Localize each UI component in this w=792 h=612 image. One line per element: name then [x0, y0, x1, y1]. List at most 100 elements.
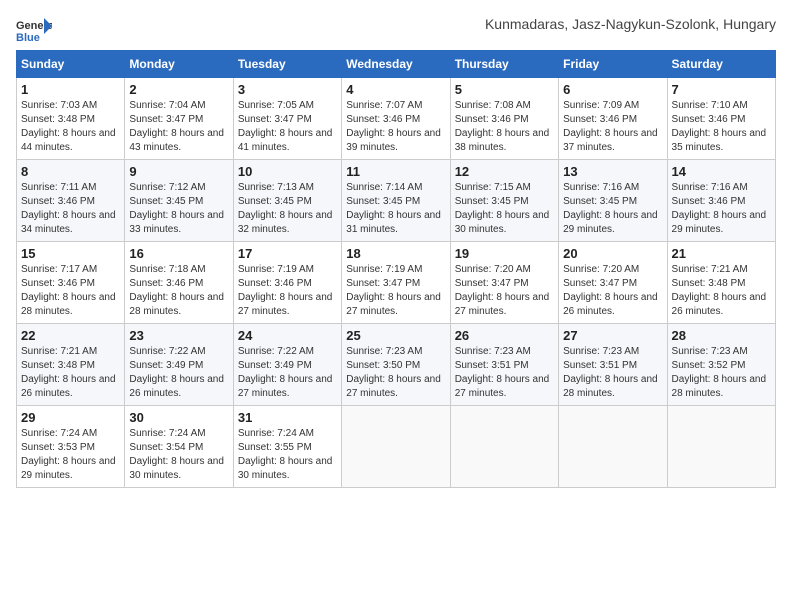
day-number: 6: [563, 82, 662, 97]
calendar-cell: [342, 406, 450, 488]
day-info: Sunrise: 7:22 AM Sunset: 3:49 PM Dayligh…: [129, 345, 228, 401]
calendar-cell: 1 Sunrise: 7:03 AM Sunset: 3:48 PM Daylig…: [17, 78, 125, 160]
svg-text:Blue: Blue: [16, 32, 40, 44]
calendar-cell: 26Sunrise: 7:23 AM Sunset: 3:51 PM Dayli…: [450, 324, 558, 406]
day-number: 4: [346, 82, 445, 97]
day-number: 8: [21, 164, 120, 179]
day-info: Sunrise: 7:08 AM Sunset: 3:46 PM Dayligh…: [455, 99, 554, 155]
day-number: 11: [346, 164, 445, 179]
day-number: 12: [455, 164, 554, 179]
calendar-cell: 5 Sunrise: 7:08 AM Sunset: 3:46 PM Daylig…: [450, 78, 558, 160]
day-info: Sunrise: 7:24 AM Sunset: 3:55 PM Dayligh…: [238, 427, 337, 483]
calendar-cell: [450, 406, 558, 488]
calendar-row: 1 Sunrise: 7:03 AM Sunset: 3:48 PM Daylig…: [17, 78, 776, 160]
logo: General Blue: [16, 16, 52, 46]
calendar-row: 15 Sunrise: 7:17 AM Sunset: 3:46 PM Dayli…: [17, 242, 776, 324]
day-info: Sunrise: 7:24 AM Sunset: 3:54 PM Dayligh…: [129, 427, 228, 483]
day-number: 9: [129, 164, 228, 179]
calendar-cell: 21 Sunrise: 7:21 AM Sunset: 3:48 PM Dayli…: [667, 242, 775, 324]
weekday-header-friday: Friday: [559, 51, 667, 78]
day-number: 21: [672, 246, 771, 261]
day-info: Sunrise: 7:09 AM Sunset: 3:46 PM Dayligh…: [563, 99, 662, 155]
day-info: Sunrise: 7:18 AM Sunset: 3:46 PM Dayligh…: [129, 263, 228, 319]
calendar-cell: 3 Sunrise: 7:05 AM Sunset: 3:47 PM Daylig…: [233, 78, 341, 160]
day-info: Sunrise: 7:07 AM Sunset: 3:46 PM Dayligh…: [346, 99, 445, 155]
day-info: Sunrise: 7:15 AM Sunset: 3:45 PM Dayligh…: [455, 181, 554, 237]
day-info: Sunrise: 7:23 AM Sunset: 3:50 PM Dayligh…: [346, 345, 445, 401]
day-number: 16: [129, 246, 228, 261]
calendar-cell: 7 Sunrise: 7:10 AM Sunset: 3:46 PM Daylig…: [667, 78, 775, 160]
calendar-cell: [667, 406, 775, 488]
page-header: General Blue Kunmadaras, Jasz-Nagykun-Sz…: [16, 16, 776, 46]
calendar-row: 22 Sunrise: 7:21 AM Sunset: 3:48 PM Dayli…: [17, 324, 776, 406]
day-info: Sunrise: 7:21 AM Sunset: 3:48 PM Dayligh…: [21, 345, 120, 401]
day-info: Sunrise: 7:20 AM Sunset: 3:47 PM Dayligh…: [563, 263, 662, 319]
day-info: Sunrise: 7:03 AM Sunset: 3:48 PM Dayligh…: [21, 99, 120, 155]
day-info: Sunrise: 7:23 AM Sunset: 3:51 PM Dayligh…: [563, 345, 662, 401]
calendar-cell: 8 Sunrise: 7:11 AM Sunset: 3:46 PM Daylig…: [17, 160, 125, 242]
calendar-cell: 31 Sunrise: 7:24 AM Sunset: 3:55 PM Dayli…: [233, 406, 341, 488]
title-area: Kunmadaras, Jasz-Nagykun-Szolonk, Hungar…: [485, 16, 776, 32]
calendar-row: 29 Sunrise: 7:24 AM Sunset: 3:53 PM Dayli…: [17, 406, 776, 488]
day-info: Sunrise: 7:19 AM Sunset: 3:46 PM Dayligh…: [238, 263, 337, 319]
calendar-cell: 10Sunrise: 7:13 AM Sunset: 3:45 PM Dayli…: [233, 160, 341, 242]
day-number: 5: [455, 82, 554, 97]
calendar-cell: 17 Sunrise: 7:19 AM Sunset: 3:46 PM Dayli…: [233, 242, 341, 324]
weekday-header-tuesday: Tuesday: [233, 51, 341, 78]
calendar-cell: 25 Sunrise: 7:23 AM Sunset: 3:50 PM Dayli…: [342, 324, 450, 406]
calendar-cell: 29 Sunrise: 7:24 AM Sunset: 3:53 PM Dayli…: [17, 406, 125, 488]
day-info: Sunrise: 7:04 AM Sunset: 3:47 PM Dayligh…: [129, 99, 228, 155]
day-info: Sunrise: 7:19 AM Sunset: 3:47 PM Dayligh…: [346, 263, 445, 319]
calendar-cell: 20 Sunrise: 7:20 AM Sunset: 3:47 PM Dayli…: [559, 242, 667, 324]
day-number: 13: [563, 164, 662, 179]
day-number: 17: [238, 246, 337, 261]
calendar-cell: 30 Sunrise: 7:24 AM Sunset: 3:54 PM Dayli…: [125, 406, 233, 488]
weekday-header-sunday: Sunday: [17, 51, 125, 78]
day-number: 29: [21, 410, 120, 425]
day-number: 3: [238, 82, 337, 97]
calendar-cell: 23Sunrise: 7:22 AM Sunset: 3:49 PM Dayli…: [125, 324, 233, 406]
logo-icon: General Blue: [16, 16, 52, 46]
calendar-cell: 15 Sunrise: 7:17 AM Sunset: 3:46 PM Dayli…: [17, 242, 125, 324]
day-number: 15: [21, 246, 120, 261]
day-number: 31: [238, 410, 337, 425]
day-number: 20: [563, 246, 662, 261]
calendar-cell: 18Sunrise: 7:19 AM Sunset: 3:47 PM Dayli…: [342, 242, 450, 324]
day-info: Sunrise: 7:21 AM Sunset: 3:48 PM Dayligh…: [672, 263, 771, 319]
day-info: Sunrise: 7:23 AM Sunset: 3:52 PM Dayligh…: [672, 345, 771, 401]
day-info: Sunrise: 7:24 AM Sunset: 3:53 PM Dayligh…: [21, 427, 120, 483]
day-number: 10: [238, 164, 337, 179]
day-number: 28: [672, 328, 771, 343]
calendar-cell: 9Sunrise: 7:12 AM Sunset: 3:45 PM Daylig…: [125, 160, 233, 242]
weekday-header-monday: Monday: [125, 51, 233, 78]
day-number: 30: [129, 410, 228, 425]
calendar-table: SundayMondayTuesdayWednesdayThursdayFrid…: [16, 50, 776, 488]
day-number: 7: [672, 82, 771, 97]
day-number: 25: [346, 328, 445, 343]
subtitle: Kunmadaras, Jasz-Nagykun-Szolonk, Hungar…: [485, 16, 776, 32]
day-number: 1: [21, 82, 120, 97]
calendar-cell: 13 Sunrise: 7:16 AM Sunset: 3:45 PM Dayli…: [559, 160, 667, 242]
day-info: Sunrise: 7:16 AM Sunset: 3:46 PM Dayligh…: [672, 181, 771, 237]
day-info: Sunrise: 7:17 AM Sunset: 3:46 PM Dayligh…: [21, 263, 120, 319]
calendar-cell: [559, 406, 667, 488]
day-info: Sunrise: 7:11 AM Sunset: 3:46 PM Dayligh…: [21, 181, 120, 237]
calendar-body: 1 Sunrise: 7:03 AM Sunset: 3:48 PM Daylig…: [17, 78, 776, 488]
calendar-cell: 22 Sunrise: 7:21 AM Sunset: 3:48 PM Dayli…: [17, 324, 125, 406]
weekday-header-wednesday: Wednesday: [342, 51, 450, 78]
day-info: Sunrise: 7:10 AM Sunset: 3:46 PM Dayligh…: [672, 99, 771, 155]
calendar-cell: 14Sunrise: 7:16 AM Sunset: 3:46 PM Dayli…: [667, 160, 775, 242]
day-number: 22: [21, 328, 120, 343]
day-info: Sunrise: 7:05 AM Sunset: 3:47 PM Dayligh…: [238, 99, 337, 155]
day-number: 24: [238, 328, 337, 343]
day-info: Sunrise: 7:20 AM Sunset: 3:47 PM Dayligh…: [455, 263, 554, 319]
weekday-header-saturday: Saturday: [667, 51, 775, 78]
day-info: Sunrise: 7:16 AM Sunset: 3:45 PM Dayligh…: [563, 181, 662, 237]
day-number: 2: [129, 82, 228, 97]
day-number: 26: [455, 328, 554, 343]
day-number: 27: [563, 328, 662, 343]
day-number: 19: [455, 246, 554, 261]
calendar-cell: 2 Sunrise: 7:04 AM Sunset: 3:47 PM Daylig…: [125, 78, 233, 160]
weekday-header-row: SundayMondayTuesdayWednesdayThursdayFrid…: [17, 51, 776, 78]
calendar-cell: 28 Sunrise: 7:23 AM Sunset: 3:52 PM Dayli…: [667, 324, 775, 406]
